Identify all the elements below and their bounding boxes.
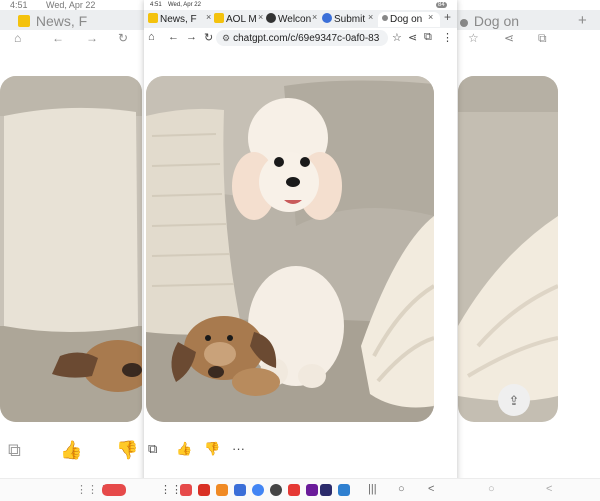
- tab-submit[interactable]: Submit: [322, 12, 372, 27]
- bg-status-date: Wed, Apr 22: [46, 0, 96, 10]
- recent-apps-icon[interactable]: |||: [368, 483, 377, 495]
- bg-new-tab-icon: +: [578, 12, 587, 29]
- back-icon[interactable]: ←: [168, 31, 179, 43]
- tab-close-icon[interactable]: ×: [258, 12, 263, 22]
- chrome-icon[interactable]: [252, 484, 264, 496]
- more-actions-icon[interactable]: ···: [232, 441, 245, 456]
- tab-close-icon[interactable]: ×: [428, 12, 433, 22]
- status-bar: 4:51 Wed, Apr 22 84: [144, 0, 457, 10]
- address-field[interactable]: ⚙ chatgpt.com/c/69e9347c-0af0-83: [216, 30, 388, 46]
- bg-tab-left: News, F: [18, 13, 128, 31]
- svg-text:⇪: ⇪: [509, 394, 520, 409]
- bg-photo-left-image: [0, 76, 142, 422]
- star-icon[interactable]: ☆: [392, 31, 402, 44]
- bg-star-icon: ☆: [468, 31, 479, 45]
- tab-aol[interactable]: AOL M: [214, 12, 258, 27]
- home-icon[interactable]: ⌂: [148, 31, 155, 43]
- bg-share-icon: ⋖: [504, 31, 515, 45]
- status-date: Wed, Apr 22: [168, 2, 201, 8]
- dog-photo-image: [146, 76, 434, 422]
- taskbar: ⋮⋮⋮ ⋮⋮⋮ ||| ○ < ○ <: [0, 478, 600, 501]
- bg-tab-favicon: [18, 15, 30, 27]
- back-button-icon[interactable]: <: [428, 483, 434, 495]
- menu-icon[interactable]: ⋮: [442, 31, 453, 44]
- tab-close-icon[interactable]: ×: [368, 12, 373, 22]
- tab-close-icon[interactable]: ×: [206, 12, 211, 22]
- address-text: chatgpt.com/c/69e9347c-0af0-83: [233, 33, 380, 44]
- message-actions: ⧉ 👍 👎 ···: [144, 438, 457, 460]
- forward-icon[interactable]: →: [186, 31, 197, 43]
- bg-tab-label: News, F: [35, 13, 88, 29]
- camera-icon[interactable]: [270, 484, 282, 496]
- tab-favicon: [148, 13, 158, 23]
- tab-label: AOL M: [226, 14, 257, 25]
- thumb-down-icon[interactable]: 👎: [204, 441, 220, 457]
- bg-photo-left: [0, 76, 142, 422]
- tab-label: Submit: [334, 14, 366, 25]
- bg-thumb-up-icon: 👍: [60, 440, 83, 460]
- bg-home-icon: ⌂: [14, 31, 22, 45]
- site-settings-icon[interactable]: ⚙: [222, 30, 230, 46]
- battery-indicator: 84: [436, 2, 447, 8]
- url-bar: ⌂ ← → ↻ ⚙ chatgpt.com/c/69e9347c-0af0-83 …: [144, 28, 457, 48]
- app-icon-navy[interactable]: [320, 484, 332, 496]
- bg-reload-icon: ↻: [118, 31, 129, 45]
- app-icon-purple[interactable]: [306, 484, 318, 496]
- bg-forward-icon: →: [86, 31, 98, 45]
- browser-window: 4:51 Wed, Apr 22 84 News, F × AOL M × We…: [144, 0, 457, 500]
- bg-app-icon: [102, 484, 126, 496]
- tab-strip: News, F × AOL M × Welcon × Submit × Dog …: [144, 10, 457, 28]
- share-icon[interactable]: ⋖: [408, 31, 417, 44]
- tab-favicon: [266, 13, 276, 23]
- thumb-up-icon[interactable]: 👍: [176, 441, 192, 457]
- tab-count-icon[interactable]: ⧉: [424, 31, 432, 44]
- tab-label: Dog on: [390, 14, 423, 25]
- bg-status-time: 4:51: [10, 0, 28, 10]
- bg-thumb-down-icon: 👎: [116, 440, 139, 460]
- bg-photo-right-image: ⇪: [458, 76, 558, 422]
- bg-back-button-icon: <: [546, 483, 553, 495]
- app-icon-teal[interactable]: [338, 484, 350, 496]
- tab-favicon: [322, 13, 332, 23]
- bg-tab-right: Dog on: [460, 13, 560, 31]
- bg-tab-favicon: [460, 19, 468, 27]
- bg-back-icon: ←: [52, 31, 64, 45]
- tab-label: News, F: [160, 14, 197, 25]
- new-tab-icon[interactable]: +: [444, 10, 451, 24]
- tab-close-icon[interactable]: ×: [312, 12, 317, 22]
- tab-welcome[interactable]: Welcon: [266, 12, 314, 27]
- app-icon-orange[interactable]: [216, 484, 228, 496]
- bg-copy-icon: ⧉: [8, 440, 21, 460]
- app-icon-blue[interactable]: [234, 484, 246, 496]
- bg-tab-count-icon: ⧉: [538, 31, 547, 45]
- status-time: 4:51: [150, 2, 162, 8]
- tab-label: Welcon: [278, 14, 312, 25]
- tab-favicon: [214, 13, 224, 23]
- dog-photo[interactable]: ⇪: [146, 76, 434, 422]
- copy-icon[interactable]: ⧉: [148, 441, 157, 457]
- home-button-icon[interactable]: ○: [398, 483, 405, 495]
- reload-icon[interactable]: ↻: [204, 31, 213, 44]
- tab-news[interactable]: News, F: [148, 12, 210, 27]
- tab-favicon: [382, 15, 388, 21]
- app-icon-messages[interactable]: [198, 484, 210, 496]
- bg-photo-right: ⇪: [458, 76, 558, 422]
- app-icon-youtube[interactable]: [288, 484, 300, 496]
- app-icon-red[interactable]: [180, 484, 192, 496]
- bg-tab-label: Dog on: [473, 13, 520, 29]
- bg-home-button-icon: ○: [488, 483, 495, 495]
